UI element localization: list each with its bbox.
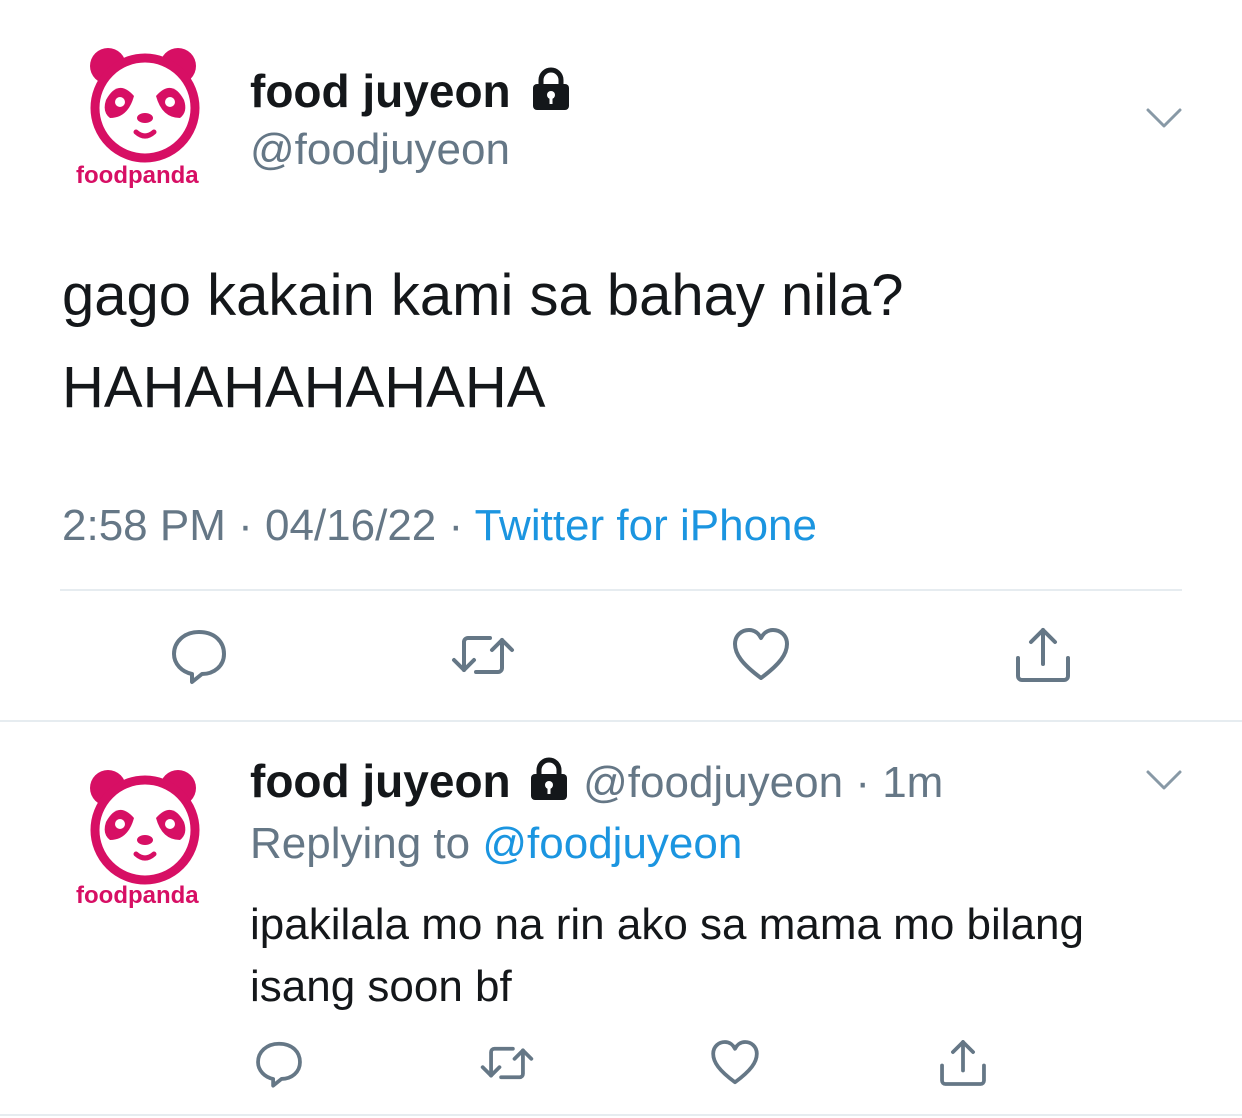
- avatar[interactable]: foodpanda: [76, 766, 218, 916]
- foodpanda-logo-icon: [90, 48, 200, 163]
- reply-button[interactable]: [164, 620, 234, 690]
- retweet-icon: [452, 636, 514, 674]
- lock-icon: [527, 756, 571, 815]
- handle[interactable]: @foodjuyeon: [250, 124, 510, 176]
- like-icon: [733, 628, 789, 680]
- share-icon: [1016, 628, 1070, 682]
- replying-to: Replying to @foodjuyeon: [250, 819, 743, 868]
- retweet-button[interactable]: [448, 620, 518, 690]
- divider: [0, 720, 1242, 722]
- handle[interactable]: @foodjuyeon: [583, 758, 843, 807]
- tweet-age[interactable]: 1m: [882, 758, 943, 807]
- foodpanda-logo-icon: [90, 770, 200, 885]
- chevron-down-icon[interactable]: [1144, 766, 1184, 799]
- reply-button[interactable]: [244, 1028, 314, 1098]
- tweet-time[interactable]: 2:58 PM: [62, 501, 226, 550]
- replying-to-link[interactable]: @foodjuyeon: [482, 819, 742, 868]
- retweet-button[interactable]: [472, 1028, 542, 1098]
- share-button[interactable]: [1008, 620, 1078, 690]
- like-icon: [711, 1040, 759, 1085]
- divider: [0, 1114, 1242, 1116]
- reply-icon: [256, 1041, 302, 1088]
- avatar-brand-label: foodpanda: [76, 162, 199, 189]
- tweet-text: ipakilala mo na rin ako sa mama mo bilan…: [250, 900, 1084, 1011]
- tweet-date[interactable]: 04/16/22: [265, 501, 436, 550]
- reply-header: food juyeon @foodjuyeon · 1m: [250, 754, 943, 815]
- share-button[interactable]: [928, 1028, 998, 1098]
- display-name[interactable]: food juyeon: [250, 64, 573, 123]
- tweet-text: gago kakain kami sa bahay nila? HAHAHAHA…: [62, 263, 904, 420]
- lock-icon: [529, 66, 573, 123]
- chevron-down-icon[interactable]: [1144, 104, 1184, 137]
- divider: [60, 589, 1182, 591]
- display-name[interactable]: food juyeon: [250, 755, 511, 807]
- avatar[interactable]: foodpanda: [76, 44, 218, 194]
- reply-icon: [172, 630, 226, 684]
- avatar-brand-label: foodpanda: [76, 882, 199, 909]
- tweet-source-link[interactable]: Twitter for iPhone: [475, 501, 817, 550]
- retweet-icon: [480, 1046, 534, 1080]
- share-icon: [940, 1040, 986, 1086]
- like-button[interactable]: [700, 1028, 770, 1098]
- tweet-meta: 2:58 PM · 04/16/22 · Twitter for iPhone: [62, 501, 817, 550]
- like-button[interactable]: [726, 620, 796, 690]
